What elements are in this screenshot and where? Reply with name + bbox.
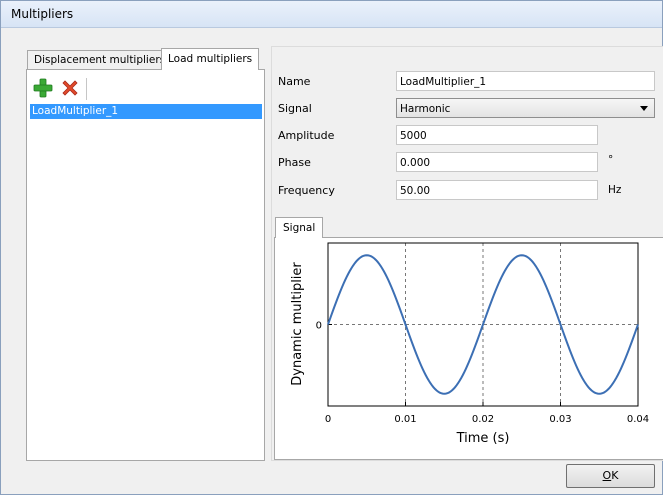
signal-chart: 0 0.01 0.02 0.03 0.04 0 Time (s) Dynamic mult… — [290, 242, 650, 446]
phase-field[interactable]: 0.000 — [396, 152, 598, 172]
amplitude-label: Amplitude — [278, 129, 335, 142]
signal-label: Signal — [278, 102, 312, 115]
ok-mnemonic: O — [602, 469, 612, 482]
x-tick-label: 0.04 — [627, 414, 649, 425]
x-tick-label: 0.02 — [472, 414, 494, 425]
amplitude-field[interactable]: 5000 — [396, 125, 598, 145]
tab-signal[interactable]: Signal — [275, 217, 324, 238]
phase-label: Phase — [278, 156, 311, 169]
toolbar-separator — [86, 78, 87, 100]
tab-load-multipliers[interactable]: Load multipliers — [161, 48, 260, 70]
x-tick-label: 0 — [325, 414, 331, 425]
signal-plot-panel: 0 0.01 0.02 0.03 0.04 0 Time (s) Dynamic mult… — [274, 237, 663, 460]
name-label: Name — [278, 75, 311, 88]
list-toolbar — [27, 70, 264, 102]
chevron-down-icon — [640, 106, 648, 111]
y-axis-label: Dynamic multiplier — [290, 262, 305, 386]
tab-displacement-multipliers[interactable]: Displacement multipliers — [27, 50, 173, 70]
signal-select-value: Harmonic — [400, 103, 451, 115]
ok-button[interactable]: OK — [566, 464, 655, 488]
x-tick-label: 0.01 — [394, 414, 416, 425]
multiplier-list-panel: LoadMultiplier_1 — [26, 69, 265, 461]
x-tick-label: 0.03 — [549, 414, 571, 425]
plus-icon[interactable] — [33, 78, 53, 98]
ok-rest: K — [611, 469, 619, 482]
multipliers-window: Multipliers Displacement multipliers Loa… — [0, 0, 663, 495]
title-bar: Multipliers — [1, 1, 662, 28]
frequency-field[interactable]: 50.00 — [396, 180, 598, 200]
phase-unit: ° — [608, 154, 614, 166]
frequency-unit: Hz — [608, 184, 622, 196]
window-title: Multipliers — [11, 7, 74, 21]
chart-ticks: 0 0.01 0.02 0.03 0.04 0 — [316, 321, 650, 426]
list-item[interactable]: LoadMultiplier_1 — [30, 104, 262, 119]
signal-select[interactable]: Harmonic — [396, 98, 655, 118]
x-icon[interactable] — [60, 78, 80, 98]
name-field[interactable]: LoadMultiplier_1 — [396, 71, 655, 91]
x-axis-label: Time (s) — [456, 431, 510, 446]
y-tick-label: 0 — [316, 321, 322, 332]
series-line — [327, 254, 639, 395]
frequency-label: Frequency — [278, 184, 335, 197]
